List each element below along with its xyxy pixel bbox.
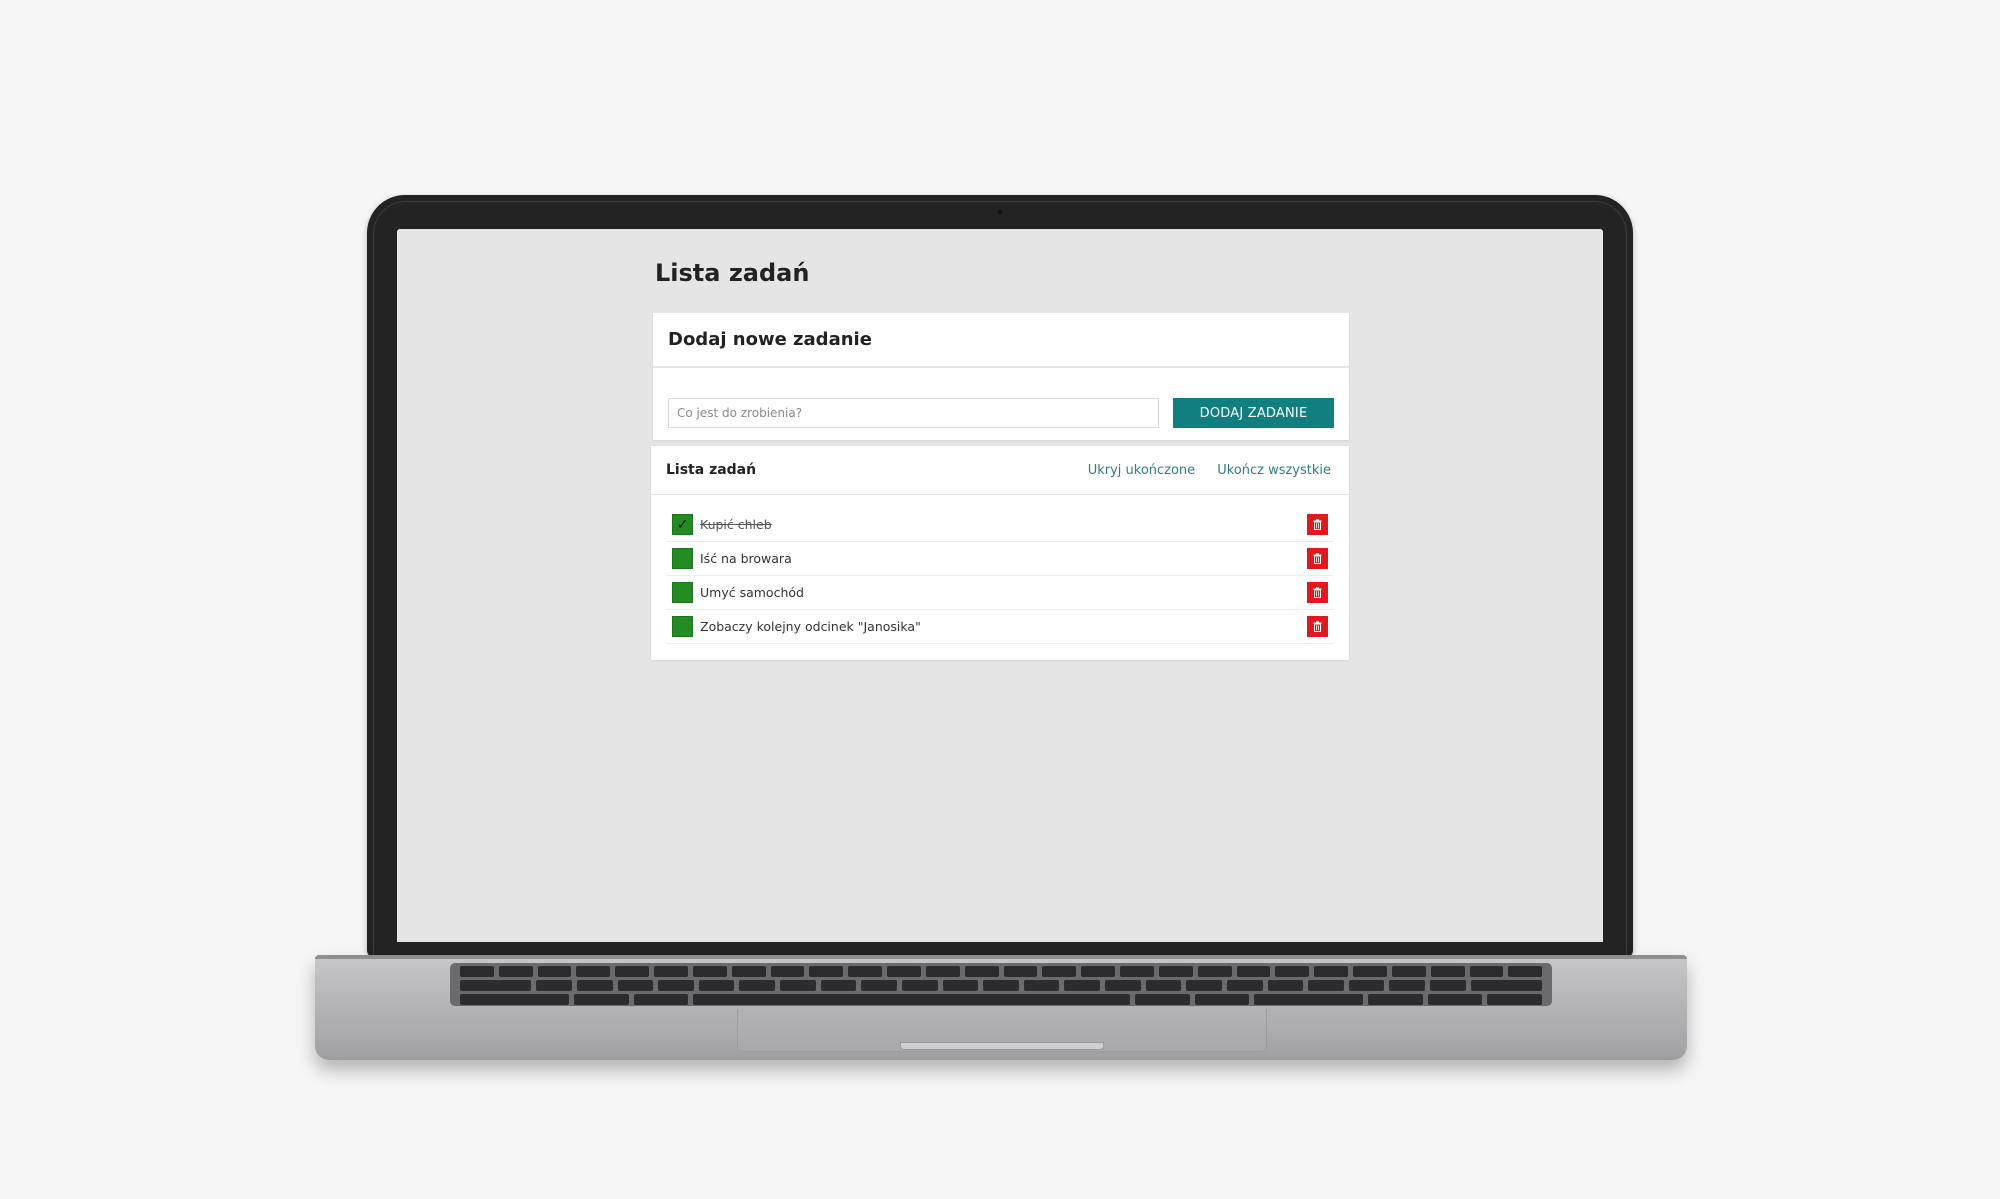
task-list-header: Lista zadań Ukryj ukończone Ukończ wszys… <box>651 446 1349 495</box>
new-task-input[interactable] <box>668 398 1159 428</box>
laptop-lid: Lista zadań Dodaj nowe zadanie DODAJ ZAD… <box>367 195 1633 958</box>
task-checkbox[interactable] <box>672 616 693 637</box>
base-notch <box>900 1042 1104 1050</box>
task-checkbox[interactable] <box>672 548 693 569</box>
task-label: Umyć samochód <box>700 585 804 600</box>
laptop-screen: Lista zadań Dodaj nowe zadanie DODAJ ZAD… <box>397 229 1603 942</box>
delete-task-button[interactable] <box>1307 514 1328 535</box>
add-task-form: DODAJ ZADANIE <box>668 398 1334 428</box>
trash-icon <box>1313 621 1322 632</box>
camera-icon <box>997 209 1003 215</box>
task-list-title: Lista zadań <box>666 462 757 478</box>
task-item: Iść na browara <box>666 542 1334 576</box>
task-list-actions: Ukryj ukończone Ukończ wszystkie <box>1088 463 1331 478</box>
add-task-button[interactable]: DODAJ ZADANIE <box>1173 398 1334 428</box>
trash-icon <box>1313 553 1322 564</box>
task-label: Kupić chleb <box>700 517 772 532</box>
keyboard <box>450 963 1552 1006</box>
task-item: ✓ Kupić chleb <box>666 508 1334 542</box>
task-list: ✓ Kupić chleb Iść na browara Umyć samoch… <box>666 508 1334 644</box>
task-list-card: Lista zadań Ukryj ukończone Ukończ wszys… <box>651 446 1349 660</box>
laptop-base <box>315 955 1687 1060</box>
base-hinge <box>315 955 1687 959</box>
add-task-card: Dodaj nowe zadanie DODAJ ZADANIE <box>653 313 1349 440</box>
task-label: Iść na browara <box>700 551 792 566</box>
task-checkbox[interactable] <box>672 582 693 603</box>
add-task-card-header: Dodaj nowe zadanie <box>653 313 1349 368</box>
task-item: Zobaczy kolejny odcinek "Janosika" <box>666 610 1334 644</box>
complete-all-link[interactable]: Ukończ wszystkie <box>1217 463 1331 478</box>
delete-task-button[interactable] <box>1307 616 1328 637</box>
trash-icon <box>1313 519 1322 530</box>
delete-task-button[interactable] <box>1307 582 1328 603</box>
trash-icon <box>1313 587 1322 598</box>
page-title: Lista zadań <box>655 259 810 287</box>
task-label: Zobaczy kolejny odcinek "Janosika" <box>700 619 921 634</box>
hide-completed-link[interactable]: Ukryj ukończone <box>1088 463 1196 478</box>
delete-task-button[interactable] <box>1307 548 1328 569</box>
task-item: Umyć samochód <box>666 576 1334 610</box>
add-task-card-title: Dodaj nowe zadanie <box>668 329 872 350</box>
task-checkbox[interactable]: ✓ <box>672 514 693 535</box>
checkmark-icon: ✓ <box>676 516 689 533</box>
